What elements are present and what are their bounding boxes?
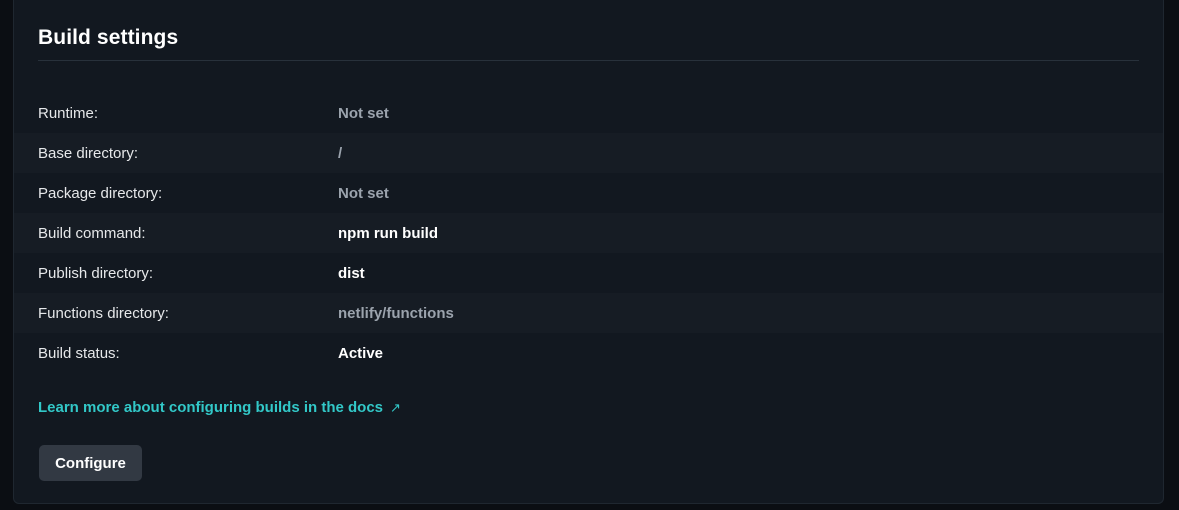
setting-row-functions-directory: Functions directory: netlify/functions <box>14 293 1163 333</box>
title-divider <box>38 60 1139 61</box>
setting-row-package-directory: Package directory: Not set <box>14 173 1163 213</box>
docs-link[interactable]: Learn more about configuring builds in t… <box>38 399 401 416</box>
settings-list: Runtime: Not set Base directory: / Packa… <box>14 93 1163 373</box>
docs-link-label: Learn more about configuring builds in t… <box>38 399 384 416</box>
setting-label: Base directory: <box>38 144 139 162</box>
setting-label: Runtime: <box>38 104 99 122</box>
setting-row-runtime: Runtime: Not set <box>14 93 1163 133</box>
setting-label: Package directory: <box>38 184 163 202</box>
setting-row-publish-directory: Publish directory: dist <box>14 253 1163 293</box>
setting-value: Not set <box>338 104 389 122</box>
setting-value: netlify/functions <box>338 304 454 322</box>
setting-value: / <box>338 144 343 162</box>
setting-label: Functions directory: <box>38 304 169 322</box>
setting-value: npm run build <box>338 224 438 242</box>
setting-row-base-directory: Base directory: / <box>14 133 1163 173</box>
setting-row-build-status: Build status: Active <box>14 333 1163 373</box>
setting-label: Build command: <box>38 224 146 242</box>
configure-button[interactable]: Configure <box>39 445 142 481</box>
status-badge: Active <box>338 344 384 362</box>
external-link-icon: ↗ <box>390 399 401 415</box>
setting-row-build-command: Build command: npm run build <box>14 213 1163 253</box>
setting-value: dist <box>338 264 365 282</box>
build-settings-card: Build settings Runtime: Not set Base dir… <box>13 0 1164 504</box>
section-title: Build settings <box>38 26 179 49</box>
setting-label: Build status: <box>38 344 120 362</box>
setting-value: Not set <box>338 184 389 202</box>
setting-label: Publish directory: <box>38 264 154 282</box>
